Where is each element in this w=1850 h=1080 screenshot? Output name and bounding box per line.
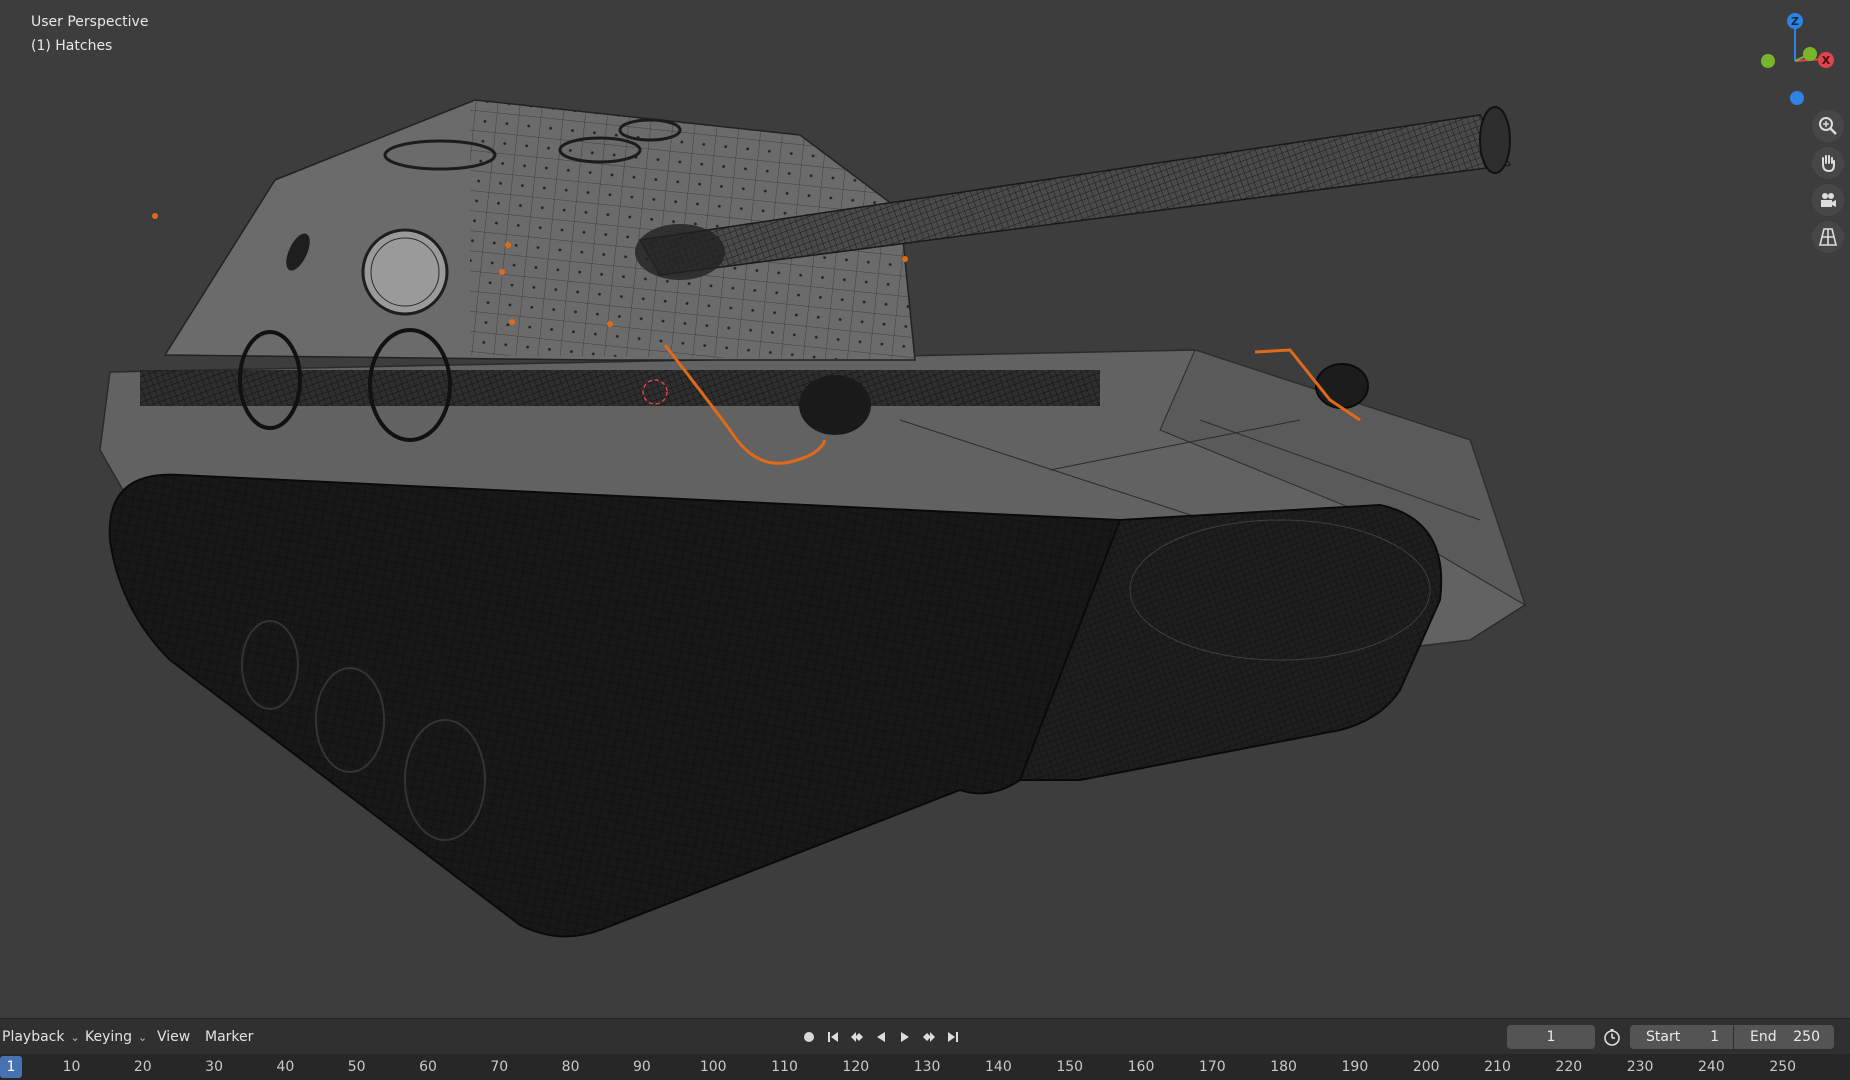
- ruler-tick-label: 190: [1341, 1059, 1369, 1075]
- ruler-tick-label: 10: [62, 1059, 81, 1075]
- ruler-tick-label: 120: [842, 1059, 870, 1075]
- start-frame-value: 1: [1710, 1029, 1719, 1045]
- ruler-tick-label: 150: [1056, 1059, 1084, 1075]
- timeline-frame-ruler[interactable]: 1 10 20 30 40 50 60 70 80 90 100 110 120 130 140 150 16…: [0, 1054, 1850, 1080]
- viewport-info-overlay: User Perspective (1) Hatches: [31, 10, 148, 58]
- current-frame-field[interactable]: 1: [1507, 1025, 1595, 1049]
- view-mode-label: User Perspective: [31, 14, 149, 30]
- ruler-tick-label: 90: [632, 1059, 651, 1075]
- ruler-tick-label: 20: [133, 1059, 152, 1075]
- zoom-icon[interactable]: [1812, 110, 1844, 142]
- menu-keying-label: Keying: [85, 1029, 133, 1045]
- ruler-tick-label: 230: [1626, 1059, 1654, 1075]
- menu-view-label: View: [157, 1029, 191, 1045]
- ruler-tick-label: 60: [419, 1059, 437, 1075]
- menu-marker[interactable]: Marker: [205, 1019, 253, 1055]
- start-frame-label: Start: [1646, 1029, 1681, 1045]
- start-frame-field[interactable]: Start 1: [1630, 1025, 1733, 1049]
- ruler-tick-label: 160: [1127, 1059, 1155, 1075]
- axis-z-label: Z: [1791, 15, 1799, 28]
- menu-keying[interactable]: Keying ⌄: [85, 1019, 147, 1055]
- 3d-viewport[interactable]: User Perspective (1) Hatches Z X: [0, 0, 1850, 1018]
- active-object-label: (1) Hatches: [31, 38, 113, 54]
- ruler-tick-label: 110: [771, 1059, 798, 1075]
- ruler-tick-label: 130: [913, 1059, 941, 1075]
- ruler-tick-label: 100: [699, 1059, 727, 1075]
- end-frame-value: 250: [1793, 1029, 1820, 1045]
- current-frame-indicator[interactable]: 1: [0, 1056, 22, 1078]
- end-frame-field[interactable]: End 250: [1734, 1025, 1834, 1049]
- hand-pan-icon[interactable]: [1812, 147, 1844, 179]
- ruler-tick-label: 220: [1555, 1059, 1583, 1075]
- menu-marker-label: Marker: [205, 1029, 254, 1045]
- menu-playback[interactable]: Playback ⌄: [2, 1019, 80, 1055]
- gizmo-neg-x-icon: [1761, 54, 1775, 68]
- menu-playback-label: Playback: [2, 1029, 65, 1045]
- tracks: [108, 473, 1443, 938]
- tank-wireframe-model[interactable]: [0, 0, 1850, 1018]
- ruler-tick-label: 200: [1412, 1059, 1440, 1075]
- ruler-tick-label: 50: [347, 1059, 366, 1075]
- ruler-tick-label: 250: [1769, 1059, 1797, 1075]
- timeline-header: Playback ⌄ Keying ⌄ View Marker 1 Start 1 …: [0, 1018, 1850, 1054]
- ruler-tick-label: 240: [1698, 1059, 1725, 1075]
- stopwatch-icon[interactable]: [1602, 1027, 1622, 1047]
- end-frame-label: End: [1750, 1029, 1777, 1045]
- ruler-tick-label: 80: [561, 1059, 580, 1075]
- ruler-tick-label: 170: [1198, 1059, 1226, 1075]
- jump-to-start-icon[interactable]: [821, 1025, 845, 1049]
- auto-keying-record-icon[interactable]: [797, 1025, 821, 1049]
- ruler-tick-label: 140: [985, 1059, 1012, 1075]
- navigation-tools: [1812, 110, 1846, 258]
- gizmo-y-icon: [1803, 47, 1817, 61]
- axis-x-label: X: [1822, 54, 1831, 67]
- jump-to-end-icon[interactable]: [941, 1025, 965, 1049]
- playback-controls: [797, 1025, 965, 1049]
- previous-keyframe-icon[interactable]: [845, 1025, 869, 1049]
- play-icon[interactable]: [893, 1025, 917, 1049]
- ruler-tick-label: 30: [205, 1059, 224, 1075]
- camera-icon[interactable]: [1812, 184, 1844, 216]
- next-keyframe-icon[interactable]: [917, 1025, 941, 1049]
- perspective-grid-icon[interactable]: [1812, 221, 1844, 253]
- chevron-down-icon: ⌄: [138, 1030, 148, 1044]
- chevron-down-icon: ⌄: [70, 1030, 80, 1044]
- ruler-tick-label: 70: [490, 1059, 509, 1075]
- navigation-gizmo[interactable]: Z X: [1740, 6, 1850, 116]
- ruler-tick-label: 40: [276, 1059, 295, 1075]
- gizmo-neg-z-icon: [1790, 91, 1804, 105]
- ruler-tick-label: 180: [1270, 1059, 1297, 1075]
- play-reverse-icon[interactable]: [869, 1025, 893, 1049]
- ruler-tick-label: 210: [1484, 1059, 1511, 1075]
- menu-view[interactable]: View: [157, 1019, 190, 1055]
